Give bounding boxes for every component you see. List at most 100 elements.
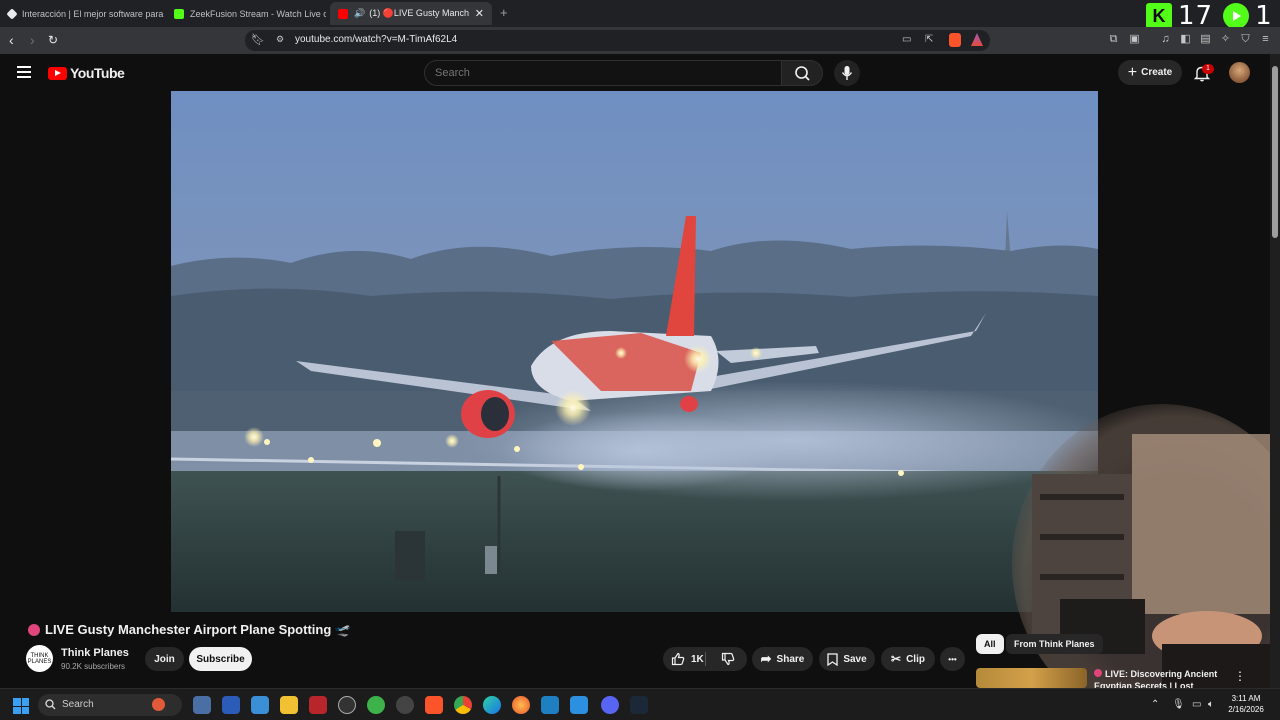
tray-overflow-icon[interactable]: ⌃ bbox=[1151, 699, 1159, 710]
recommendation-title[interactable]: LIVE: Discovering Ancient Egyptian Secre… bbox=[1094, 668, 1244, 688]
chrome-icon[interactable] bbox=[454, 696, 472, 714]
channel-name[interactable]: Think Planes bbox=[61, 647, 129, 659]
bookmark-icon[interactable]: 🔖︎ bbox=[251, 33, 265, 46]
site-info-icon[interactable]: ⚙ bbox=[276, 34, 284, 45]
menu-icon[interactable]: ≡ bbox=[1259, 33, 1272, 46]
recommendation-thumbnail[interactable] bbox=[976, 668, 1087, 688]
windows-start-icon[interactable] bbox=[13, 698, 29, 714]
youtube-logo[interactable]: YouTube bbox=[48, 65, 125, 81]
app-remote-icon[interactable] bbox=[251, 696, 269, 714]
cast-icon[interactable]: ▭ bbox=[902, 34, 911, 45]
address-bar-row: ‹ › ↻ 🔖︎ ⚙ youtube.com/watch?v=M-TimAf62… bbox=[0, 27, 1280, 54]
brave-rewards-icon[interactable] bbox=[971, 33, 983, 46]
audio-playing-icon: 🔊 bbox=[354, 8, 366, 18]
share-page-icon[interactable]: ⇱ bbox=[925, 34, 933, 45]
steam-icon[interactable] bbox=[630, 696, 648, 714]
voice-search-button[interactable] bbox=[834, 60, 860, 86]
search-icon bbox=[795, 66, 810, 81]
clip-button[interactable]: ✂ Clip bbox=[881, 647, 935, 671]
tab-youtube[interactable]: 🔊 (1) 🔴LIVE Gusty Manchester Airport ✕ bbox=[330, 2, 492, 25]
video-title: LIVE Gusty Manchester Airport Plane Spot… bbox=[28, 622, 351, 638]
video-player[interactable] bbox=[171, 91, 1098, 612]
youtube-play-icon bbox=[48, 66, 67, 80]
thumbs-down-icon[interactable] bbox=[721, 652, 735, 666]
channel-avatar[interactable]: THINK PLANES bbox=[26, 645, 53, 672]
tab-interaccion[interactable]: Interacción | El mejor software para ges… bbox=[0, 2, 165, 25]
chip-from-channel[interactable]: From Think Planes bbox=[1006, 634, 1103, 654]
youtube-icon bbox=[338, 8, 348, 19]
share-button[interactable]: ➦ Share bbox=[752, 647, 813, 671]
tab-kick[interactable]: ZeekFusion Stream - Watch Live on Kick bbox=[166, 2, 326, 25]
stream-overlay: K 17 1 bbox=[1146, 1, 1279, 31]
search-input[interactable] bbox=[424, 60, 782, 86]
brave-shield-icon[interactable] bbox=[949, 33, 961, 47]
hamburger-menu-icon[interactable] bbox=[17, 66, 31, 78]
bookmark-save-icon bbox=[827, 652, 838, 666]
url-text: youtube.com/watch?v=M-TimAf62L4 bbox=[295, 34, 458, 45]
app-store-icon[interactable] bbox=[222, 696, 240, 714]
app-tool-icon[interactable] bbox=[193, 696, 211, 714]
reload-icon[interactable]: ↻ bbox=[48, 33, 58, 47]
kick-logo-icon: K bbox=[1146, 3, 1172, 29]
microphone-tray-icon[interactable]: 🎙︎ bbox=[1172, 699, 1185, 710]
notification-badge: 1 bbox=[1202, 64, 1214, 74]
subscribe-button[interactable]: Subscribe bbox=[189, 647, 252, 671]
back-icon[interactable]: ‹ bbox=[9, 32, 14, 48]
extensions-icon[interactable]: ⧉ bbox=[1107, 33, 1120, 46]
close-tab-icon[interactable]: ✕ bbox=[469, 7, 484, 20]
more-actions-button[interactable]: ••• bbox=[940, 647, 965, 671]
search-button[interactable] bbox=[781, 60, 823, 86]
video-frame bbox=[171, 91, 1098, 612]
like-button[interactable]: 1K bbox=[671, 652, 704, 666]
basketball-icon bbox=[152, 698, 165, 711]
save-button[interactable]: Save bbox=[819, 647, 875, 671]
play-icon bbox=[1223, 3, 1250, 29]
taskbar-search[interactable]: Search bbox=[38, 694, 182, 716]
edge-icon[interactable] bbox=[483, 696, 501, 714]
page-scrollbar[interactable] bbox=[1270, 54, 1280, 688]
chip-all[interactable]: All bbox=[976, 634, 1004, 654]
system-clock[interactable]: 3:11 AM 2/16/2026 bbox=[1226, 693, 1266, 715]
thumbs-up-icon bbox=[671, 652, 685, 666]
discord-icon[interactable] bbox=[601, 696, 619, 714]
subscriber-count: 90.2K subscribers bbox=[61, 662, 126, 671]
github-icon[interactable] bbox=[396, 696, 414, 714]
live-indicator-icon bbox=[28, 624, 40, 636]
live-indicator-icon bbox=[1094, 669, 1102, 677]
leo-ai-icon[interactable]: ✧ bbox=[1219, 33, 1232, 46]
microphone-icon bbox=[841, 66, 853, 80]
scissors-icon: ✂ bbox=[891, 652, 902, 666]
clock-app-icon[interactable] bbox=[338, 696, 356, 714]
browser-tab-strip: Interacción | El mejor software para ges… bbox=[0, 0, 1280, 31]
windows-taskbar: Search ⌃ 🎙︎ ▭ 🔈︎ 3:11 AM 2/16/2026 bbox=[0, 688, 1280, 720]
recommendation-more-icon[interactable]: ⋮ bbox=[1234, 669, 1246, 683]
url-field[interactable]: 🔖︎ ⚙ youtube.com/watch?v=M-TimAf62L4 ▭ ⇱ bbox=[245, 30, 990, 51]
forward-icon[interactable]: › bbox=[30, 32, 35, 48]
shield-app-icon[interactable] bbox=[367, 696, 385, 714]
search-icon bbox=[45, 699, 56, 710]
kick-icon bbox=[174, 8, 184, 19]
vpn-shield-icon[interactable]: ⛉ bbox=[1239, 33, 1252, 46]
join-button[interactable]: Join bbox=[145, 647, 184, 671]
network-icon[interactable]: ▭ bbox=[1192, 699, 1201, 710]
wallet-icon[interactable]: ▤ bbox=[1199, 33, 1212, 46]
new-tab-button[interactable]: + bbox=[500, 5, 508, 20]
brave-browser-icon[interactable] bbox=[425, 696, 443, 714]
file-explorer-icon[interactable] bbox=[280, 696, 298, 714]
firefox-icon[interactable] bbox=[512, 696, 530, 714]
screenshot-icon[interactable]: ▣ bbox=[1128, 33, 1141, 46]
diamond-icon bbox=[6, 7, 18, 20]
like-dislike-group: 1K bbox=[663, 647, 747, 671]
youtube-header: YouTube + Create bbox=[0, 54, 1270, 91]
news-app-icon[interactable] bbox=[309, 696, 327, 714]
user-avatar[interactable] bbox=[1229, 62, 1250, 83]
media-controls-icon[interactable]: ♫ bbox=[1159, 33, 1172, 46]
divider bbox=[705, 652, 706, 666]
scrollbar-thumb[interactable] bbox=[1272, 66, 1278, 238]
share-arrow-icon: ➦ bbox=[760, 651, 772, 666]
create-button[interactable]: + Create bbox=[1118, 60, 1182, 85]
sidebar-toggle-icon[interactable]: ◧ bbox=[1179, 33, 1192, 46]
app-infinity-icon[interactable] bbox=[541, 696, 559, 714]
volume-icon[interactable]: 🔈︎ bbox=[1208, 699, 1214, 710]
vscode-icon[interactable] bbox=[570, 696, 588, 714]
